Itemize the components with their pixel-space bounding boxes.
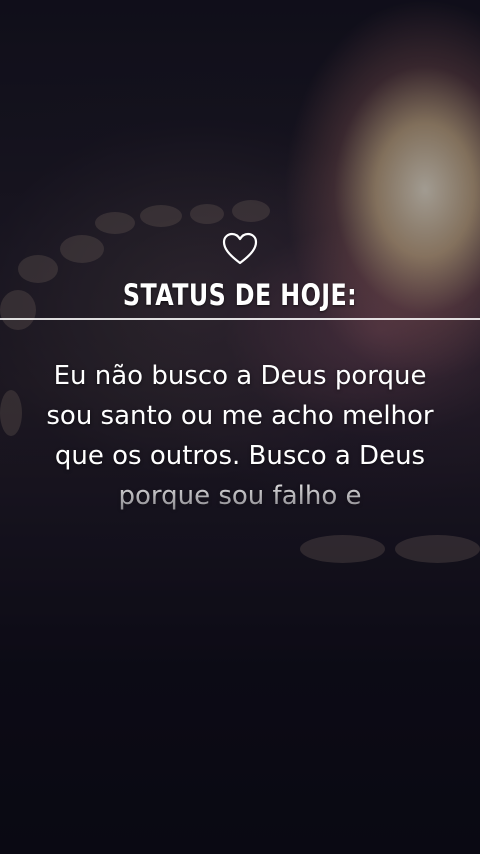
quote-text: Eu não busco a Deus porque sou santo ou … [46,361,434,511]
title-divider [0,318,480,320]
status-title: STATUS DE HOJE: [122,278,358,312]
heart-outline-icon [222,232,258,266]
